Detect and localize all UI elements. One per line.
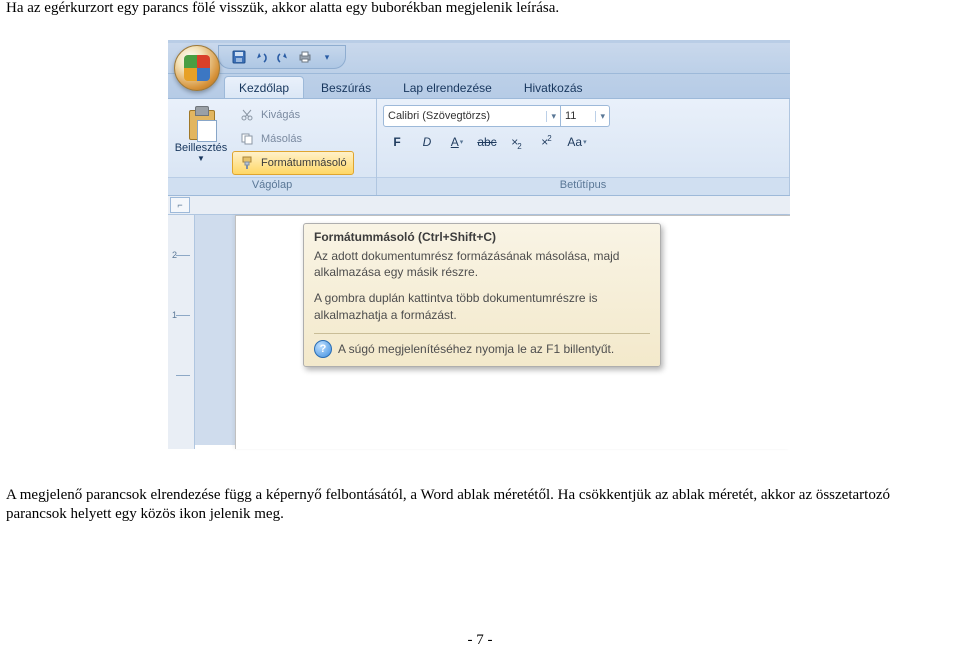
superscript-button[interactable]: ×2 — [533, 131, 561, 153]
bold-button[interactable]: F — [383, 131, 411, 153]
copy-button[interactable]: Másolás — [232, 127, 354, 151]
group-title-font: Betűtípus — [377, 177, 789, 195]
tooltip-help-text: A súgó megjelenítéséhez nyomja le az F1 … — [338, 342, 614, 356]
tab-hivatkozas[interactable]: Hivatkozás — [509, 76, 598, 98]
subscript-button[interactable]: ×2 — [503, 131, 531, 153]
format-painter-label: Formátummásoló — [261, 157, 347, 169]
font-name-combo[interactable]: Calibri (Szövegtörzs) ▾ — [383, 105, 561, 127]
quick-access-toolbar: ▾ — [218, 45, 346, 69]
tooltip-text-1: Az adott dokumentumrész formázásának más… — [314, 248, 650, 280]
help-icon: ? — [314, 340, 332, 358]
chevron-down-icon[interactable]: ▾ — [546, 111, 556, 122]
vertical-ruler: 2 1 — [168, 215, 195, 449]
ribbon-tabs: Kezdőlap Beszúrás Lap elrendezése Hivatk… — [168, 74, 790, 98]
tab-lap-elrendezese[interactable]: Lap elrendezése — [388, 76, 507, 98]
chevron-down-icon: ▾ — [583, 138, 587, 146]
cut-label: Kivágás — [261, 109, 300, 121]
word-screenshot: ▾ Kezdőlap Beszúrás Lap elrendezése Hiva… — [168, 40, 790, 445]
ruler-mark: 1 — [172, 310, 177, 320]
italic-button[interactable]: D — [413, 131, 441, 153]
tooltip-text-2: A gombra duplán kattintva több dokumentu… — [314, 290, 650, 322]
save-icon[interactable] — [231, 49, 247, 65]
font-size-combo[interactable]: 11 ▾ — [561, 105, 610, 127]
chevron-down-icon[interactable]: ▾ — [595, 111, 605, 122]
paste-button[interactable]: Beillesztés ▼ — [174, 103, 228, 166]
copy-label: Másolás — [261, 133, 302, 145]
tab-kezdolap[interactable]: Kezdőlap — [224, 76, 304, 98]
strikethrough-button[interactable]: abc — [473, 131, 501, 153]
chevron-down-icon: ▾ — [460, 138, 464, 146]
body-paragraph-1: Ha az egérkurzort egy parancs fölé vissz… — [6, 0, 559, 17]
paste-dropdown-icon[interactable]: ▼ — [197, 154, 205, 163]
cut-button[interactable]: Kivágás — [232, 103, 354, 127]
page-number: - 7 - — [0, 632, 960, 649]
change-case-button[interactable]: Aa▾ — [563, 131, 591, 153]
format-painter-icon — [239, 155, 255, 171]
group-clipboard: Beillesztés ▼ Kivágás Másolás — [168, 99, 377, 195]
redo-icon[interactable] — [275, 49, 291, 65]
ribbon: Beillesztés ▼ Kivágás Másolás — [168, 98, 790, 196]
office-button[interactable] — [174, 45, 220, 91]
body-paragraph-2: A megjelenő parancsok elrendezése függ a… — [6, 486, 946, 524]
font-name-value: Calibri (Szövegtörzs) — [388, 110, 490, 122]
paste-icon — [185, 106, 217, 140]
horizontal-ruler: ⌐ — [168, 196, 790, 215]
scissors-icon — [239, 107, 255, 123]
group-title-clipboard: Vágólap — [168, 177, 376, 195]
ruler-mark: 2 — [172, 250, 177, 260]
underline-button[interactable]: A▾ — [443, 131, 471, 153]
group-font: Calibri (Szövegtörzs) ▾ 11 ▾ F D A▾ abc … — [377, 99, 790, 195]
title-bar: ▾ — [168, 43, 790, 74]
format-painter-button[interactable]: Formátummásoló — [232, 151, 354, 175]
tab-selector-button[interactable]: ⌐ — [170, 197, 190, 213]
tooltip: Formátummásoló (Ctrl+Shift+C) Az adott d… — [303, 223, 661, 367]
office-logo-icon — [184, 55, 210, 81]
copy-icon — [239, 131, 255, 147]
paste-label: Beillesztés — [175, 142, 228, 154]
print-icon[interactable] — [297, 49, 313, 65]
font-size-value: 11 — [565, 110, 576, 122]
tooltip-title: Formátummásoló (Ctrl+Shift+C) — [314, 230, 650, 244]
qat-more-icon[interactable]: ▾ — [319, 49, 335, 65]
tab-beszuras[interactable]: Beszúrás — [306, 76, 386, 98]
undo-icon[interactable] — [253, 49, 269, 65]
